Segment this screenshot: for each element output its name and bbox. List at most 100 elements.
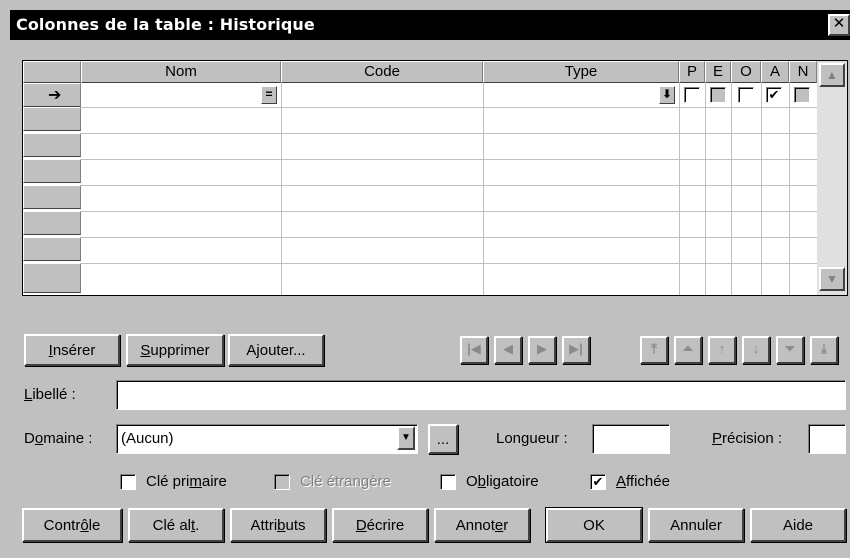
row-divider (81, 107, 817, 108)
title-bar[interactable]: Colonnes de la table : Historique ✕ (10, 10, 850, 40)
column-header-o[interactable]: O (731, 61, 761, 83)
cle-etrangere-label: Clé étrangère (300, 473, 391, 490)
flag-n-checkbox[interactable] (794, 87, 810, 103)
cle-primaire-checkbox[interactable] (120, 474, 136, 490)
row-header-4[interactable] (23, 159, 81, 183)
column-header-code[interactable]: Code (281, 61, 483, 83)
move-page-up-button[interactable]: ⏶ (674, 336, 702, 364)
name-equals-button[interactable]: = (261, 86, 277, 104)
dropdown-arrow-icon: ⬇ (661, 87, 673, 101)
obligatoire-checkbox[interactable] (440, 474, 456, 490)
obligatoire-label[interactable]: Obligatoire (466, 473, 539, 490)
columns-grid[interactable]: Nom Code Type P E O A N ➔ = ⬇ ✔ ▲ ▼ (22, 60, 848, 296)
close-button[interactable]: ✕ (828, 14, 850, 36)
flag-p-checkbox[interactable] (684, 87, 700, 103)
domaine-combobox[interactable]: (Aucun) ▼ (116, 424, 418, 454)
move-up-button[interactable]: ↑ (708, 336, 736, 364)
row-header-2[interactable] (23, 107, 81, 131)
controle-button[interactable]: Contr ô le (22, 508, 122, 542)
ajouter-button[interactable]: Ajouter... (228, 334, 324, 366)
row-header-3[interactable] (23, 133, 81, 157)
aide-button[interactable]: Aide (750, 508, 846, 542)
affichee-checkbox[interactable]: ✔ (590, 474, 606, 490)
first-record-icon: |◀ (467, 341, 481, 356)
precision-label: Précision : (712, 430, 783, 447)
row-divider (81, 185, 817, 186)
triangle-up-icon: ▲ (826, 68, 838, 82)
row-header-8[interactable] (23, 263, 81, 293)
close-icon: ✕ (832, 15, 846, 32)
domaine-browse-button[interactable]: ... (428, 424, 458, 454)
cell-nom-editor[interactable] (83, 85, 261, 105)
previous-record-icon: ◀ (503, 341, 513, 356)
longueur-input[interactable] (592, 424, 670, 454)
supprimer-button[interactable]: Supprimer (126, 334, 224, 366)
move-page-up-icon: ⏶ (682, 341, 694, 356)
column-header-p[interactable]: P (679, 61, 705, 83)
column-divider (789, 83, 790, 295)
move-down-icon: ↓ (752, 341, 760, 356)
cle-alt-button[interactable]: Clé al t. (128, 508, 224, 542)
move-top-button[interactable]: ⤒ (640, 336, 668, 364)
column-header-a[interactable]: A (761, 61, 789, 83)
libelle-input[interactable] (116, 380, 846, 410)
column-divider (731, 83, 732, 295)
first-record-button[interactable]: |◀ (460, 336, 488, 364)
annoter-button[interactable]: Annot e r (434, 508, 530, 542)
last-record-button[interactable]: ▶| (562, 336, 590, 364)
move-down-button[interactable]: ↓ (742, 336, 770, 364)
cle-primaire-label[interactable]: Clé primaire (146, 473, 227, 490)
move-bottom-button[interactable]: ⤓ (810, 336, 838, 364)
last-record-icon: ▶| (569, 341, 583, 356)
libelle-label: Libellé : (24, 386, 76, 403)
flag-a-checkbox[interactable]: ✔ (766, 87, 782, 103)
row-divider (81, 237, 817, 238)
checkmark-icon: ✔ (592, 474, 604, 489)
triangle-down-icon: ▼ (826, 272, 838, 286)
column-divider (483, 83, 484, 295)
row-header-6[interactable] (23, 211, 81, 235)
move-page-down-button[interactable]: ⏷ (776, 336, 804, 364)
move-bottom-icon: ⤓ (821, 341, 827, 356)
row-header-5[interactable] (23, 185, 81, 209)
grid-corner-header (23, 61, 81, 83)
cell-type[interactable] (485, 85, 657, 105)
column-divider (679, 83, 680, 295)
next-record-button[interactable]: ▶ (528, 336, 556, 364)
domaine-dropdown-button[interactable]: ▼ (397, 426, 415, 450)
column-header-n[interactable]: N (789, 61, 817, 83)
previous-record-button[interactable]: ◀ (494, 336, 522, 364)
checkmark-icon: ✔ (768, 87, 780, 102)
column-divider (761, 83, 762, 295)
column-header-nom[interactable]: Nom (81, 61, 281, 83)
grid-vertical-scrollbar[interactable]: ▲ ▼ (817, 61, 847, 295)
column-header-type[interactable]: Type (483, 61, 679, 83)
scroll-down-button[interactable]: ▼ (819, 267, 845, 291)
cle-etrangere-checkbox[interactable] (274, 474, 290, 490)
row-divider (81, 263, 817, 264)
affichee-label[interactable]: Affichée (616, 473, 670, 490)
annuler-button[interactable]: Annuler (648, 508, 744, 542)
cell-code[interactable] (283, 85, 481, 105)
ok-button[interactable]: OK (545, 507, 643, 543)
row-header-1[interactable]: ➔ (23, 83, 81, 107)
flag-e-checkbox[interactable] (710, 87, 726, 103)
flag-o-checkbox[interactable] (738, 87, 754, 103)
row-header-7[interactable] (23, 237, 81, 261)
type-dropdown-button[interactable]: ⬇ (659, 86, 675, 104)
dialog-title: Colonnes de la table : Historique (16, 15, 315, 34)
precision-input[interactable] (808, 424, 846, 454)
scroll-up-button[interactable]: ▲ (819, 63, 845, 87)
attributs-button[interactable]: Attri b uts (230, 508, 326, 542)
domaine-value: (Aucun) (121, 430, 174, 447)
row-divider (81, 159, 817, 160)
inserer-button[interactable]: Insérer (24, 334, 120, 366)
current-row-arrow-icon: ➔ (48, 87, 62, 104)
decrire-button[interactable]: Décrire (332, 508, 428, 542)
column-header-e[interactable]: E (705, 61, 731, 83)
move-page-down-icon: ⏷ (784, 341, 796, 356)
column-divider (705, 83, 706, 295)
ellipsis-icon: ... (436, 430, 450, 448)
dialog-window: Colonnes de la table : Historique ✕ Nom … (0, 0, 850, 558)
column-divider (281, 83, 282, 295)
